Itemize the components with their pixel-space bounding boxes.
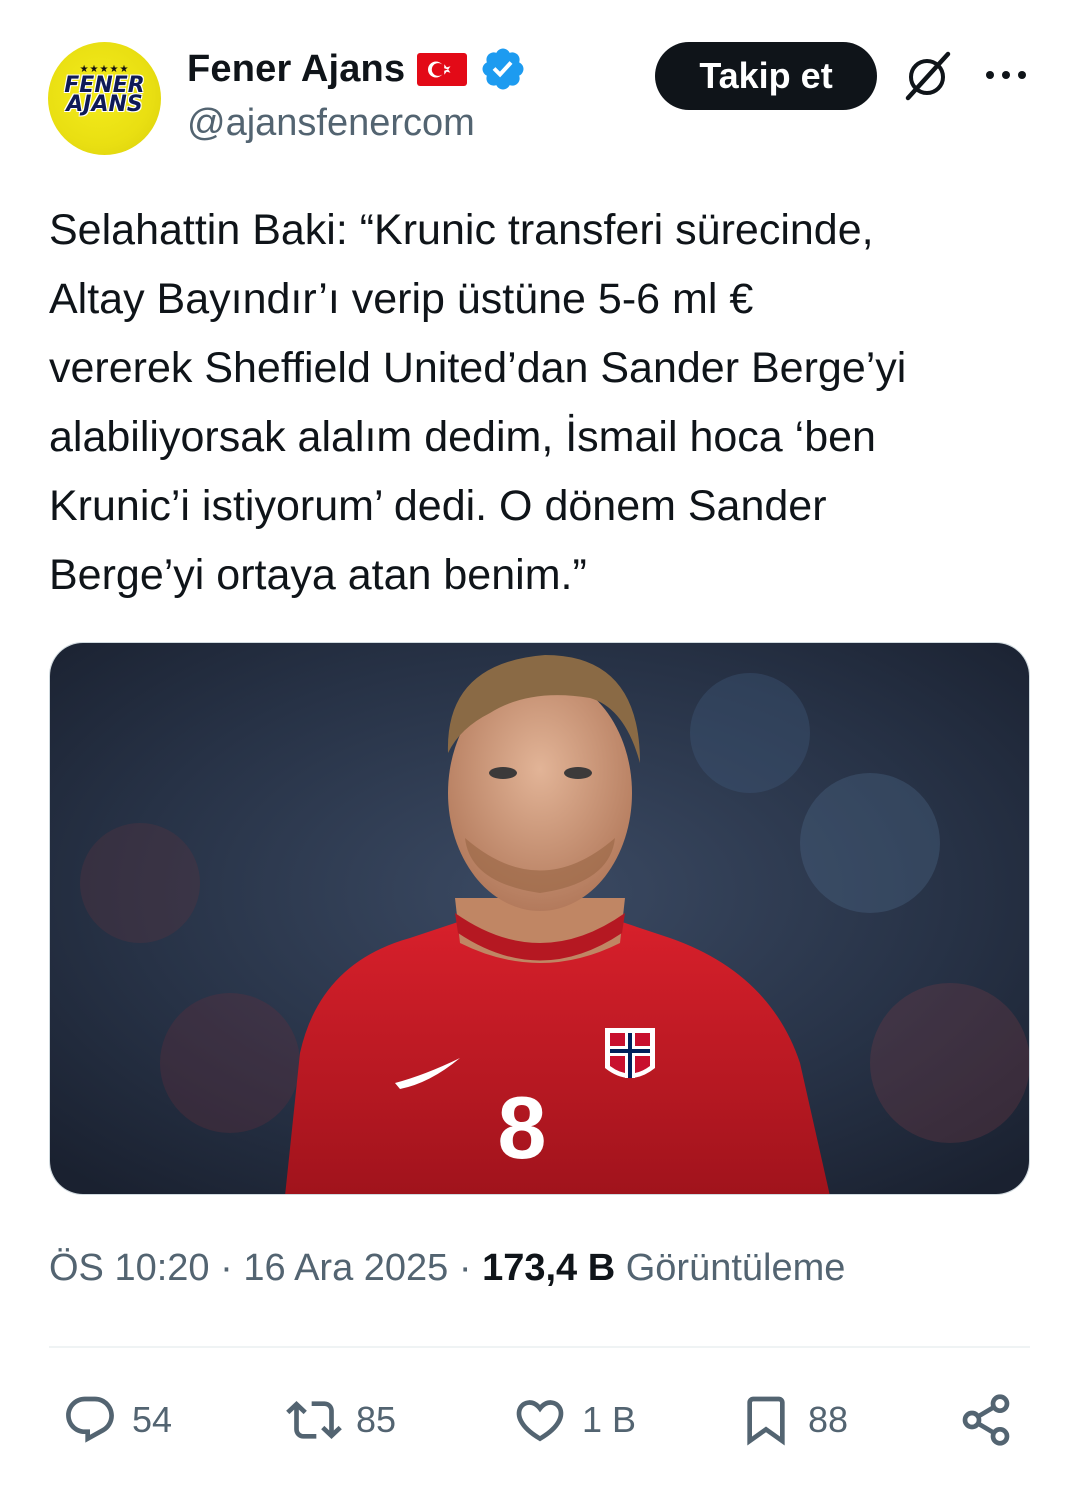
more-options-icon[interactable] [982, 60, 1030, 90]
tweet-media-image[interactable]: 8 [49, 642, 1030, 1195]
grok-icon[interactable] [900, 48, 956, 104]
repost-count: 85 [356, 1399, 397, 1440]
follow-button[interactable]: Takip et [655, 42, 877, 110]
name-row: Fener Ajans [187, 44, 527, 94]
tweet-header: ★★★★★ FENER AJANS Fener Ajans @ajansfene… [0, 0, 1080, 170]
jersey-number: 8 [498, 1078, 547, 1177]
reply-count: 54 [132, 1399, 173, 1440]
repost-button[interactable]: 85 [286, 1380, 396, 1460]
views-count: 173,4 B [482, 1247, 616, 1289]
views-label: Görüntüleme [615, 1247, 846, 1289]
account-handle[interactable]: @ajansfenercom [187, 102, 475, 145]
like-count: 1 B [582, 1399, 637, 1440]
avatar-logo-text: FENER AJANS [64, 73, 145, 117]
heart-icon [516, 1400, 564, 1442]
tweet-time[interactable]: ÖS 10:20 [49, 1247, 210, 1290]
avatar[interactable]: ★★★★★ FENER AJANS [48, 42, 161, 155]
display-name[interactable]: Fener Ajans [187, 48, 405, 91]
tweet-date[interactable]: 16 Ara 2025 [243, 1247, 448, 1290]
tweet-text: Selahattin Baki: “Krunic transferi sürec… [49, 206, 907, 599]
turkey-flag-icon [417, 52, 468, 86]
like-button[interactable]: 1 B [512, 1380, 636, 1460]
bookmark-button[interactable]: 88 [738, 1380, 848, 1460]
repost-icon [286, 1401, 342, 1439]
bookmark-icon [747, 1396, 785, 1446]
reply-button[interactable]: 54 [62, 1380, 172, 1460]
reply-icon [66, 1396, 114, 1443]
divider [49, 1346, 1030, 1348]
share-button[interactable] [958, 1380, 1014, 1460]
bookmark-count: 88 [808, 1399, 849, 1440]
verified-badge-icon[interactable] [479, 45, 527, 93]
tweet-meta: ÖS 10:20 · 16 Ara 2025 · 173,4 B Görüntü… [49, 1247, 845, 1290]
action-bar: 54 85 1 B 88 [0, 1380, 1080, 1460]
player-photo: 8 [50, 643, 1029, 1194]
share-icon [962, 1394, 1010, 1446]
meta-separator: · [448, 1247, 483, 1289]
meta-separator: · [209, 1247, 244, 1289]
